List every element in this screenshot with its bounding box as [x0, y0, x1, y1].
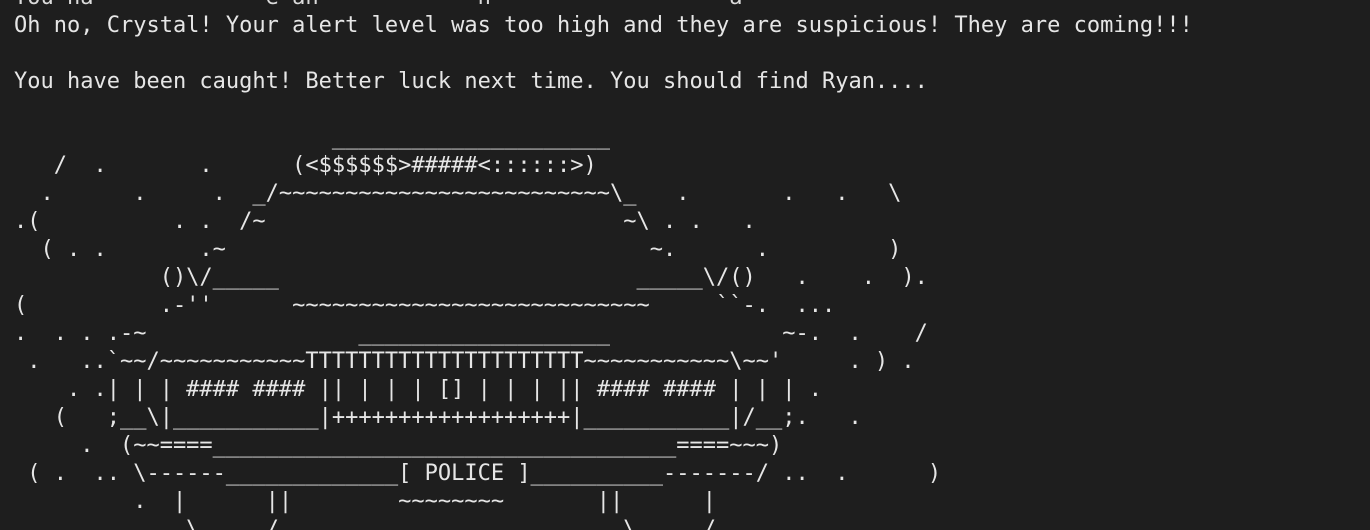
terminal-window[interactable]: You ha e an h a Oh no, Crystal! Your ale… [0, 0, 1370, 530]
ascii-art-line: \ / \ / [14, 517, 716, 530]
ascii-art-line: ( . . .~ ~. . ) [14, 237, 902, 262]
caught-message: You have been caught! Better luck next t… [14, 69, 928, 94]
ascii-art-line: . ..`~~/~~~~~~~~~~~TTTTTTTTTTTTTTTTTTTTT… [14, 349, 915, 374]
ascii-art-line: . . . .-~ ___________________ ~-. . / [14, 321, 928, 346]
ascii-art-line: .( . . /~ ~\ . . . [14, 209, 756, 234]
police-car-ascii-art: _____________________ / . . (<$$$$$$>###… [14, 124, 1364, 530]
ascii-art-line: ( .-'' ~~~~~~~~~~~~~~~~~~~~~~~~~~~ ``-. … [14, 293, 836, 318]
ascii-art-line: . . . _/~~~~~~~~~~~~~~~~~~~~~~~~~\_ . . … [14, 181, 902, 206]
ascii-art-line: ( ;__\|___________|++++++++++++++++++|__… [14, 405, 862, 430]
ascii-art-line: . .| | | #### #### || | | | [] | | | || … [14, 377, 822, 402]
ascii-art-line: _____________________ [14, 125, 611, 150]
ascii-art-line: . | || ~~~~~~~~ || | [14, 489, 716, 514]
alert-message: Oh no, Crystal! Your alert level was too… [14, 13, 1193, 38]
ascii-art-line: / . . (<$$$$$$>#####<::::::>) [14, 153, 597, 178]
terminal-output: You ha e an h a Oh no, Crystal! Your ale… [14, 0, 1364, 530]
ascii-art-line: . (~~====_______________________________… [14, 433, 783, 458]
partial-output-line: You ha e an h a [14, 0, 1364, 12]
ascii-art-line: ( . .. \------_____________[ POLICE ]___… [14, 461, 942, 486]
ascii-art-line: ()\/_____ _____\/() . . ). [14, 265, 928, 290]
